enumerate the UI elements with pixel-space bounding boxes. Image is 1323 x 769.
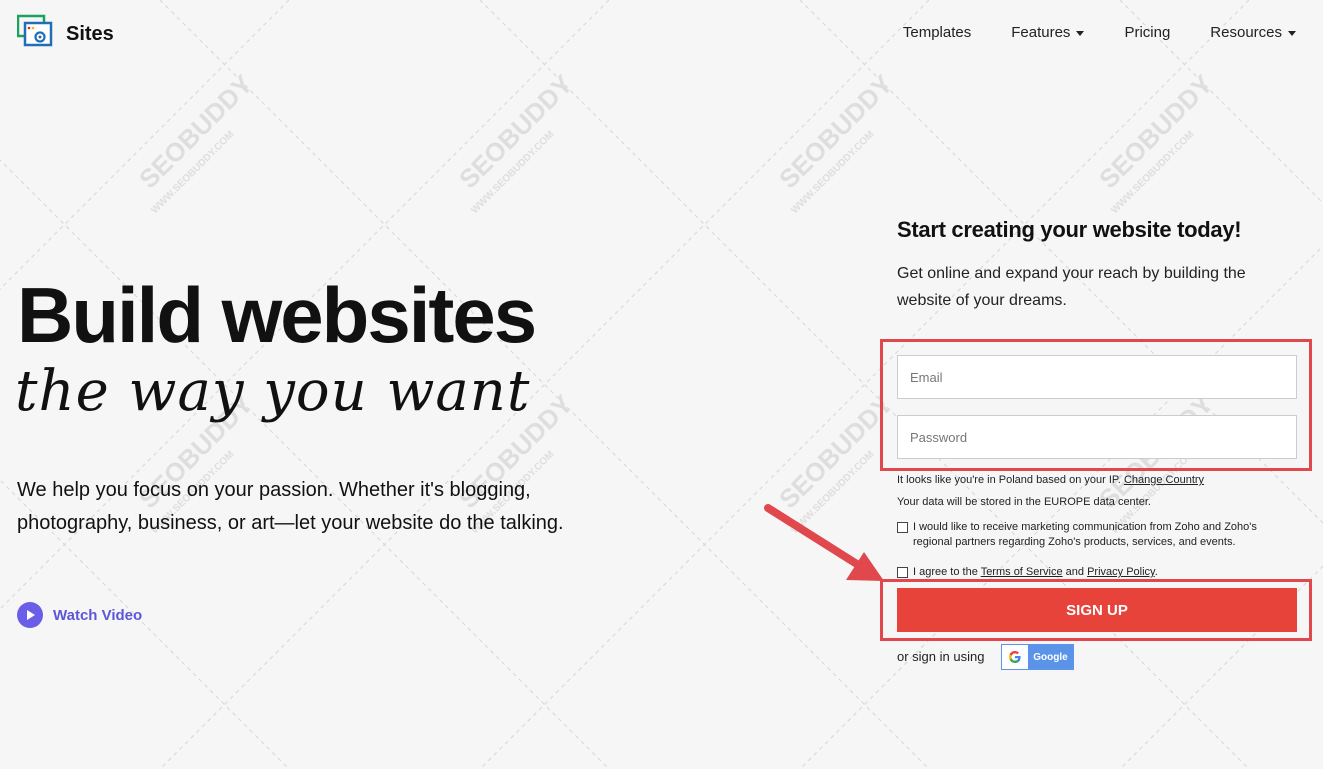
terms-consent-row: I agree to the Terms of Service and Priv… xyxy=(897,565,1158,580)
email-field[interactable] xyxy=(897,355,1297,399)
terms-of-service-link[interactable]: Terms of Service xyxy=(981,566,1063,578)
ip-country-note: It looks like you're in Poland based on … xyxy=(897,474,1204,486)
watermark-brand: SEOBUDDY xyxy=(773,389,898,514)
hero-title: Build websites xyxy=(17,271,537,359)
hero-script-subtitle: the way you want xyxy=(15,359,531,424)
ip-note-text: It looks like you're in Poland based on … xyxy=(897,474,1121,486)
nav-pricing[interactable]: Pricing xyxy=(1124,24,1170,41)
nav-features-label: Features xyxy=(1011,24,1071,41)
caret-down-icon xyxy=(1288,31,1296,36)
nav-features[interactable]: Features xyxy=(1011,24,1085,41)
play-icon xyxy=(17,602,43,628)
nav-resources-label: Resources xyxy=(1210,24,1282,41)
nav-pricing-label: Pricing xyxy=(1124,24,1171,41)
terms-consent-label: I agree to the Terms of Service and Priv… xyxy=(913,565,1158,580)
marketing-consent-checkbox[interactable] xyxy=(897,522,908,533)
google-g-icon xyxy=(1002,645,1028,669)
watch-video-link[interactable]: Watch Video xyxy=(17,602,142,628)
watermark-brand: SEOBUDDY xyxy=(453,69,578,194)
change-country-link[interactable]: Change Country xyxy=(1124,474,1204,486)
watermark-brand: SEOBUDDY xyxy=(1093,69,1218,194)
caret-down-icon xyxy=(1076,31,1085,36)
watermark-url: WWW.SEOBUDDY.COM xyxy=(789,129,876,216)
terms-and-text: and xyxy=(1065,566,1085,578)
nav-templates[interactable]: Templates xyxy=(903,24,971,41)
logo-text: Sites xyxy=(66,22,114,45)
terms-suffix-text: . xyxy=(1154,566,1158,578)
hero-description: We help you focus on your passion. Wheth… xyxy=(17,479,564,534)
terms-consent-checkbox[interactable] xyxy=(897,567,908,578)
sign-up-button[interactable]: SIGN UP xyxy=(897,588,1297,632)
or-sign-in-label: or sign in using xyxy=(897,649,985,664)
signup-title: Start creating your website today! xyxy=(897,217,1242,242)
marketing-consent-row: I would like to receive marketing commun… xyxy=(897,520,1297,550)
google-sign-in-button[interactable]: Google xyxy=(1001,644,1074,670)
watermark-url: WWW.SEOBUDDY.COM xyxy=(469,129,556,216)
sites-logo-icon xyxy=(17,14,53,47)
nav-templates-label: Templates xyxy=(902,24,972,41)
privacy-policy-link[interactable]: Privacy Policy xyxy=(1087,566,1155,578)
watermark-url: WWW.SEOBUDDY.COM xyxy=(1109,129,1196,216)
watermark-url: WWW.SEOBUDDY.COM xyxy=(149,129,236,216)
google-label: Google xyxy=(1028,645,1073,669)
red-arrow-annotation xyxy=(764,504,884,581)
watch-video-label: Watch Video xyxy=(53,606,143,624)
password-field[interactable] xyxy=(897,415,1297,459)
terms-prefix-text: I agree to the xyxy=(913,566,978,578)
nav-resources[interactable]: Resources xyxy=(1210,24,1296,41)
signup-subtitle: Get online and expand your reach by buil… xyxy=(897,265,1246,309)
data-center-note: Your data will be stored in the EUROPE d… xyxy=(897,496,1151,508)
watermark-brand: SEOBUDDY xyxy=(773,69,898,194)
watermark-brand: SEOBUDDY xyxy=(133,69,258,194)
top-nav: Templates Features Pricing Resources xyxy=(863,24,1296,41)
marketing-consent-label: I would like to receive marketing commun… xyxy=(913,521,1257,548)
logo[interactable]: Sites xyxy=(17,14,114,54)
